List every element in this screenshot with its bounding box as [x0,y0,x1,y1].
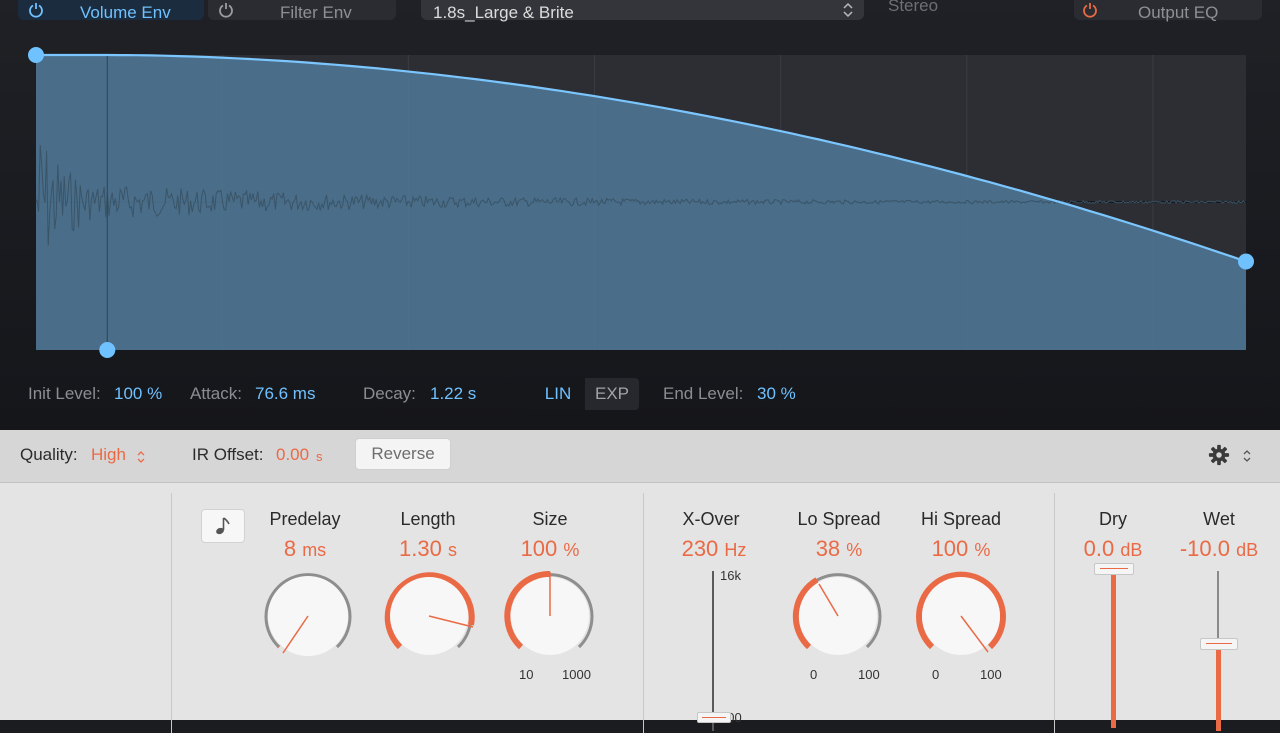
tab-label: Output EQ [1138,3,1219,22]
xover-slider-track[interactable] [712,571,714,731]
length-value[interactable]: 1.30 s [363,536,493,562]
chevron-updown-icon[interactable] [136,450,146,464]
xover-slider-handle[interactable] [697,712,731,723]
envelope-display[interactable]: 0.00.20.40.60.81.01.2 [0,40,1280,360]
init-level-label: Init Level: [28,384,101,403]
power-icon[interactable] [218,2,234,18]
end-level-label: End Level: [663,384,744,403]
tab-filter-env[interactable]: Filter Env [208,0,396,22]
curve-exp-button[interactable]: EXP [585,378,639,410]
dry-fader-handle[interactable] [1094,563,1134,575]
size-value[interactable]: 100 % [485,536,615,562]
hi-spread-value[interactable]: 100 % [896,536,1026,562]
hi-spread-knob[interactable] [903,568,1019,668]
decay-value[interactable]: 1.22 s [430,384,476,404]
reverb-controls: Predelay 8 ms Length 1.30 s Size 100 % 1… [0,483,1280,733]
wet-fader-track[interactable] [1217,571,1219,641]
predelay-knob[interactable] [250,568,366,668]
tab-output-eq[interactable]: Output EQ [1074,0,1262,22]
xover-value[interactable]: 230 Hz [649,536,779,562]
ir-offset-unit: s [316,449,323,464]
wet-fader-fill[interactable] [1216,641,1221,731]
lo-spread-label: Lo Spread [797,509,881,529]
chevron-updown-icon [843,2,853,18]
wet-label: Wet [1203,509,1235,529]
preset-selector[interactable]: 1.8s_Large & Brite [421,0,864,22]
reverse-button[interactable]: Reverse [355,438,451,470]
ir-offset-value[interactable]: 0.00 [276,445,309,465]
hi-spread-min-label: 0 [932,667,940,682]
tab-volume-env[interactable]: Volume Env [18,0,204,22]
xover-label: X-Over [682,509,740,529]
hi-spread-max-label: 100 [980,667,1002,682]
preset-name: 1.8s_Large & Brite [433,3,574,22]
length-label: Length [400,509,456,529]
quality-label: Quality: [20,445,78,464]
chevron-updown-icon[interactable] [1242,449,1252,463]
power-icon[interactable] [28,2,44,18]
init-level-value[interactable]: 100 % [114,384,162,404]
section-divider [643,493,644,733]
wet-value[interactable]: -10.0 dB [1154,536,1280,562]
end-level-value[interactable]: 30 % [757,384,796,404]
tab-label: Filter Env [280,3,352,22]
tempo-sync-button[interactable] [201,509,245,543]
attack-label: Attack: [190,384,242,403]
curve-mode-toggle: LIN EXP [531,378,639,410]
size-label: Size [532,509,568,529]
channel-mode-label: Stereo [888,0,939,15]
dry-fader-fill[interactable] [1111,568,1116,728]
section-divider [171,493,172,733]
attack-handle[interactable] [99,342,116,358]
attack-value[interactable]: 76.6 ms [255,384,315,404]
init-level-handle[interactable] [28,47,44,63]
length-knob[interactable] [371,568,487,668]
size-max-label: 1000 [562,667,591,682]
ir-offset-label: IR Offset: [192,445,264,464]
predelay-value[interactable]: 8 ms [240,536,370,562]
tab-label: Volume Env [80,3,171,22]
decay-label: Decay: [363,384,416,403]
size-knob[interactable] [492,568,608,668]
lo-spread-value[interactable]: 38 % [774,536,904,562]
size-min-label: 10 [519,667,534,682]
power-icon[interactable] [1082,2,1098,18]
quality-value[interactable]: High [91,445,126,465]
lo-spread-min-label: 0 [810,667,818,682]
lo-spread-knob[interactable] [780,568,896,668]
music-note-icon [216,517,230,535]
predelay-label: Predelay [269,509,341,529]
gear-icon[interactable] [1208,444,1230,466]
hi-spread-label: Hi Spread [920,509,1002,529]
lo-spread-max-label: 100 [858,667,880,682]
xover-top-label: 16k [720,568,741,583]
envelope-panel: Volume Env Filter Env 1.8s_Large & Brite… [0,0,1280,430]
end-level-handle[interactable] [1238,253,1254,270]
settings-bar: Quality: High IR Offset: 0.00 s Reverse [0,430,1280,483]
curve-lin-button[interactable]: LIN [531,378,585,410]
wet-fader-handle[interactable] [1200,638,1238,650]
